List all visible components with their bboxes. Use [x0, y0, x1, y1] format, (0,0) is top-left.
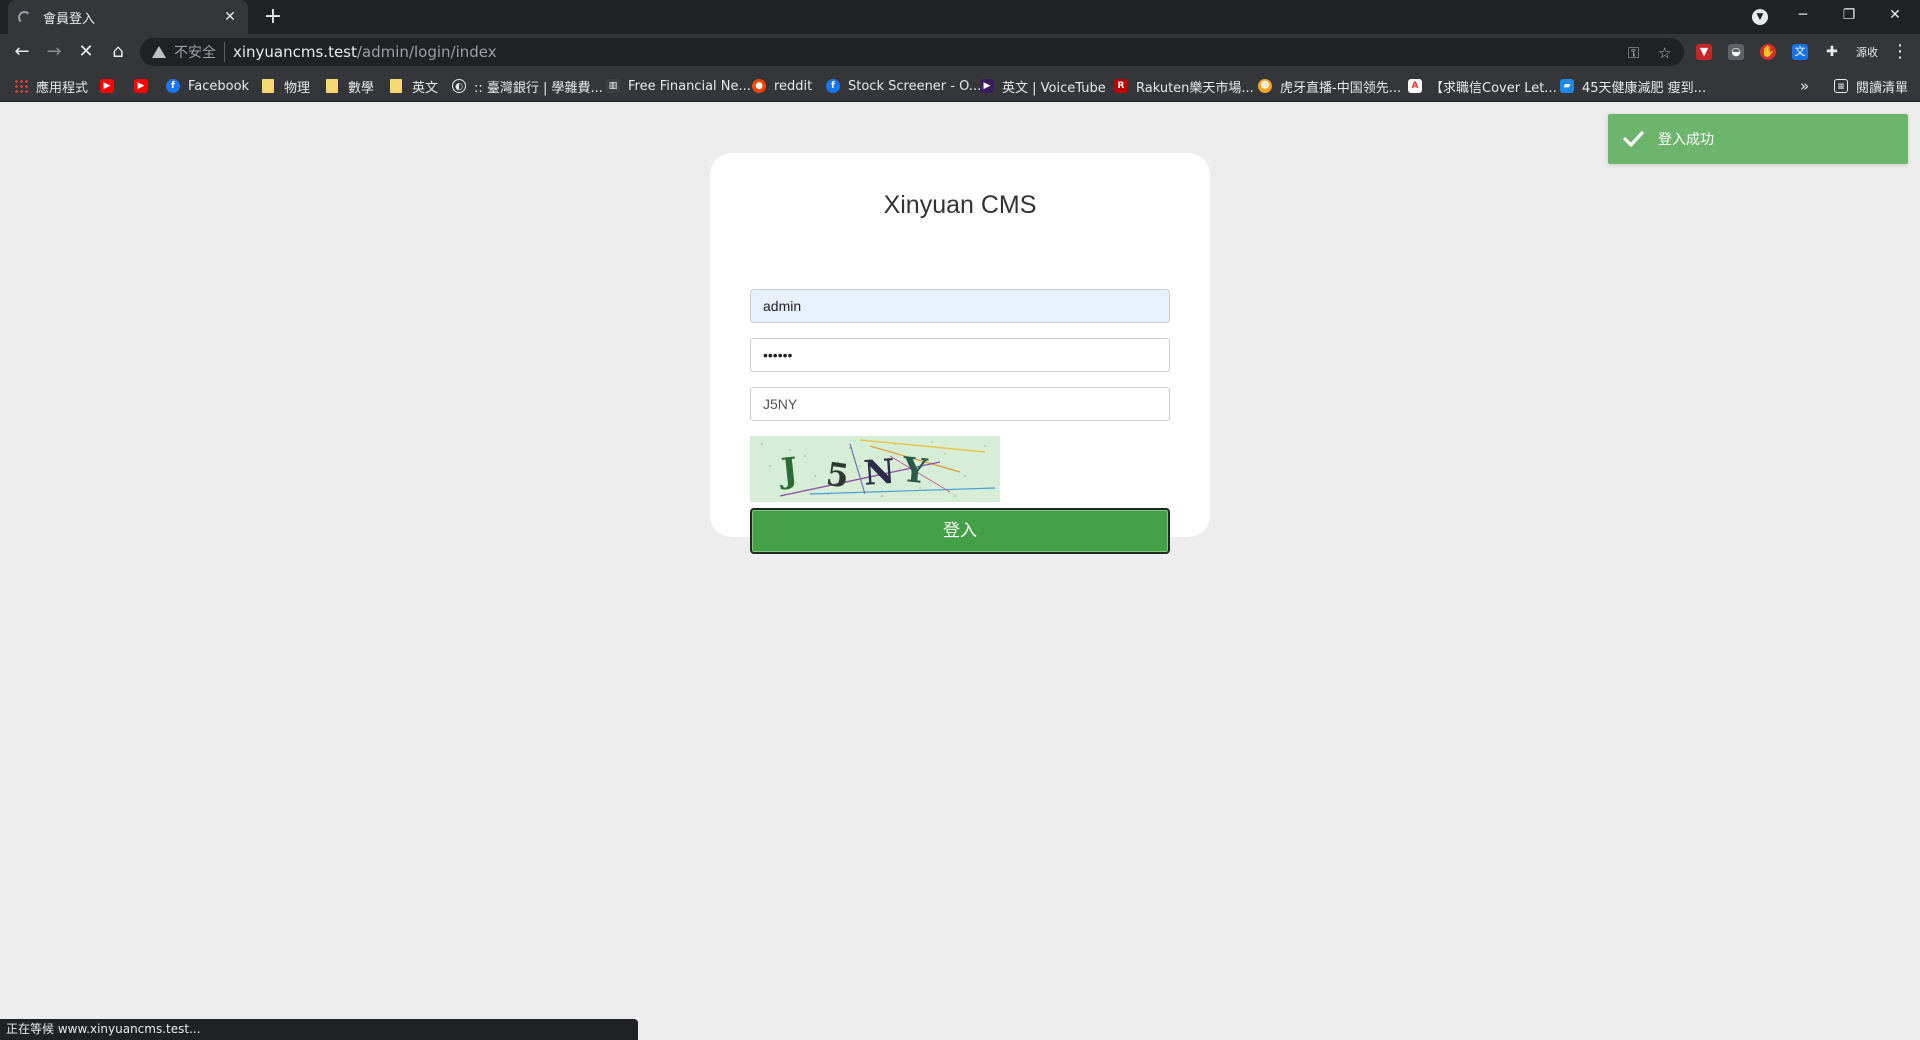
captcha-graphic: J 5 N Y [750, 436, 1000, 502]
captcha-input[interactable]: J5NY [750, 387, 1170, 421]
translate-extension-icon[interactable]: 文 [1792, 44, 1808, 60]
login-card: Xinyuan CMS admin •••••• J5NY J 5 N Y 登入 [710, 153, 1210, 554]
globe-icon: ◐ [452, 79, 466, 93]
browser-title-bar: 會員登入 ✕ + ▼ ─ ❐ ✕ [0, 0, 1920, 34]
bookmark-label: Rakuten樂天市場... [1136, 80, 1254, 96]
bookmark-huya[interactable]: ☻ 虎牙直播-中国领先... [1258, 76, 1401, 96]
browser-tab-active[interactable]: 會員登入 ✕ [8, 0, 248, 34]
browser-status-bar: 正在等候 www.xinyuancms.test... [0, 1019, 638, 1040]
url-host: xinyuancms.test [233, 43, 357, 61]
bookmark-label: 虎牙直播-中国领先... [1280, 80, 1402, 96]
bookmark-facebook[interactable]: f Facebook [166, 76, 249, 96]
success-toast: 登入成功 [1608, 114, 1908, 164]
bookmark-bank[interactable]: ◐ :: 臺灣銀行 | 學雜費... [452, 76, 603, 96]
youtube-icon: ▶ [100, 79, 114, 93]
bookmark-label: 【求職信Cover Let... [1430, 80, 1557, 96]
folder-icon [390, 79, 402, 93]
stop-loading-icon[interactable]: ✕ [72, 38, 100, 66]
captcha-char: Y [900, 450, 930, 492]
pocket-extension-icon[interactable]: ▼ [1696, 44, 1712, 60]
folder-icon [326, 79, 338, 93]
bookmark-label: 英文 | VoiceTube [1002, 80, 1106, 96]
extension-icon[interactable]: ◒ [1728, 44, 1744, 60]
browser-menu-icon[interactable]: ⋮ [1886, 38, 1914, 66]
reading-list-label: 閱讀清單 [1856, 80, 1909, 96]
tab-close-icon[interactable]: ✕ [222, 9, 238, 25]
huya-icon: ☻ [1258, 79, 1272, 93]
bookmark-label: 數學 [348, 80, 375, 96]
home-icon[interactable]: ⌂ [104, 38, 132, 66]
toast-message: 登入成功 [1658, 132, 1714, 148]
extensions-puzzle-icon[interactable]: ✚ [1824, 44, 1840, 60]
forward-arrow-icon[interactable]: → [40, 38, 68, 66]
bookmark-stock-screener[interactable]: f Stock Screener - O... [826, 76, 981, 96]
bookmark-diet-article[interactable]: ▰ 45天健康減肥 瘦到... [1560, 76, 1706, 96]
pdf-icon: A [1408, 79, 1422, 93]
bookmark-reddit[interactable]: ● reddit [752, 76, 812, 96]
bookmark-apps[interactable]: 應用程式 [14, 76, 88, 96]
window-close-button[interactable]: ✕ [1872, 0, 1918, 30]
bookmark-folder-english[interactable]: 英文 [390, 76, 438, 96]
facebook-icon: f [166, 79, 180, 93]
bookmark-folder-math[interactable]: 數學 [326, 76, 374, 96]
not-secure-warning-icon [152, 46, 166, 58]
folder-icon [262, 79, 274, 93]
captcha-image[interactable]: J 5 N Y [750, 436, 1000, 502]
reading-list-icon: ≡ [1834, 79, 1848, 93]
bookmark-cover-letter[interactable]: A 【求職信Cover Let... [1408, 76, 1557, 96]
password-key-icon[interactable]: ⚿ [1628, 44, 1639, 62]
bookmark-label: 英文 [412, 80, 439, 96]
new-tab-button[interactable]: + [260, 4, 286, 30]
back-arrow-icon[interactable]: ← [8, 38, 36, 66]
loading-spinner-icon [18, 10, 31, 24]
reddit-icon: ● [752, 79, 766, 93]
finviz-icon: f [826, 79, 840, 93]
apps-grid-icon [14, 79, 28, 93]
bookmark-label: Free Financial Ne... [628, 78, 751, 94]
address-bar[interactable]: 不安全 xinyuancms.test/admin/login/index ⚿ … [140, 38, 1684, 66]
login-submit-button[interactable]: 登入 [750, 508, 1170, 554]
bookmarks-overflow-button[interactable]: » [1800, 76, 1809, 96]
username-input[interactable]: admin [750, 289, 1170, 323]
bookmark-youtube-2[interactable]: ▶ [134, 76, 156, 96]
bookmark-voicetube[interactable]: ▶ 英文 | VoiceTube [980, 76, 1106, 96]
tab-title: 會員登入 [43, 11, 96, 27]
profile-menu-icon[interactable]: ▼ [1752, 9, 1768, 25]
article-icon: ▰ [1560, 79, 1574, 93]
url-path: /admin/login/index [356, 43, 497, 61]
page-content: Xinyuan CMS admin •••••• J5NY J 5 N Y 登入 [0, 103, 1920, 1040]
bookmark-label: 物理 [284, 80, 311, 96]
bookmark-financial-news[interactable]: ▥ Free Financial Ne... [606, 76, 751, 96]
rakuten-icon: R [1114, 79, 1128, 93]
browser-toolbar: ← → ✕ ⌂ 不安全 xinyuancms.test/admin/login/… [0, 34, 1920, 70]
bookmark-label: 45天健康減肥 瘦到... [1582, 80, 1707, 96]
password-input[interactable]: •••••• [750, 338, 1170, 372]
checkmark-icon [1623, 131, 1644, 147]
youtube-icon: ▶ [134, 79, 148, 93]
bookmark-label: 應用程式 [36, 80, 89, 96]
bookmark-label: Stock Screener - O... [848, 78, 982, 94]
bookmark-label: Facebook [188, 78, 250, 94]
window-minimize-button[interactable]: ─ [1780, 0, 1826, 30]
bookmarks-bar: 應用程式 ▶ ▶ f Facebook 物理 數學 英文 ◐ :: 臺灣銀行 |… [0, 70, 1920, 102]
extension-text-badge[interactable]: 源收 [1856, 44, 1878, 60]
bookmark-star-icon[interactable]: ☆ [1658, 44, 1671, 62]
voicetube-icon: ▶ [980, 79, 994, 93]
bookmark-label: reddit [774, 78, 813, 94]
security-status-label[interactable]: 不安全 [174, 42, 225, 62]
bookmark-folder-physics[interactable]: 物理 [262, 76, 310, 96]
reading-list-button[interactable]: ≡ 閱讀清單 [1834, 76, 1908, 96]
adblock-extension-icon[interactable]: ✋ [1760, 44, 1776, 60]
login-title: Xinyuan CMS [883, 191, 1037, 219]
chart-icon: ▥ [606, 79, 620, 93]
bookmark-label: :: 臺灣銀行 | 學雜費... [474, 80, 603, 96]
window-restore-button[interactable]: ❐ [1826, 0, 1872, 30]
captcha-char: N [862, 452, 896, 494]
bookmark-youtube-1[interactable]: ▶ [100, 76, 122, 96]
bookmark-rakuten[interactable]: R Rakuten樂天市場... [1114, 76, 1254, 96]
